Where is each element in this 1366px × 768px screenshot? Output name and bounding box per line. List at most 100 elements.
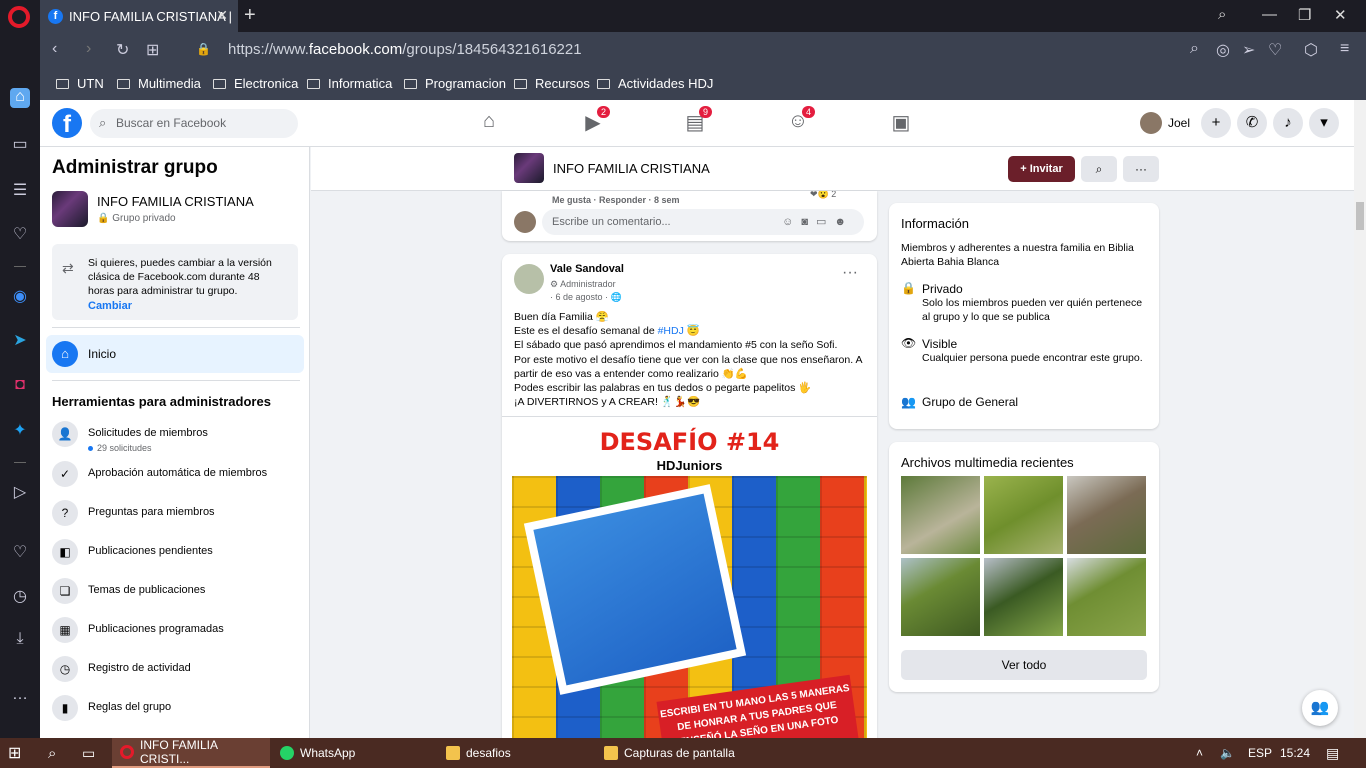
history-icon[interactable]: ◷: [10, 586, 30, 606]
hashtag-link[interactable]: #HDJ: [658, 325, 684, 337]
taskbar-item-whatsapp[interactable]: WhatsApp: [272, 738, 430, 768]
url-field[interactable]: https://www.facebook.com/groups/18456432…: [228, 41, 582, 58]
groups-nav-icon[interactable]: ☺ 4: [783, 106, 815, 138]
bookmark-folder[interactable]: UTN: [56, 76, 104, 91]
messenger-icon[interactable]: ◉: [10, 286, 30, 306]
comment-actions[interactable]: Me gusta · Responder · 8 sem: [552, 195, 680, 205]
telegram-icon[interactable]: ➤: [10, 330, 30, 350]
comment-input[interactable]: Escribe un comentario... ☺◙▭☻: [542, 209, 864, 235]
book-icon[interactable]: ▭: [10, 134, 30, 154]
task-view-icon[interactable]: ▭: [74, 738, 108, 768]
bookmark-heart-icon[interactable]: ♡: [10, 224, 30, 244]
group-search-button[interactable]: ⌕: [1081, 156, 1117, 182]
bookmark-folder[interactable]: Programacion: [404, 76, 506, 91]
heart-icon[interactable]: ♡: [10, 542, 30, 562]
sidebar-item-post-topics[interactable]: ❏ Temas de publicaciones: [52, 576, 302, 608]
sidebar-item-auto-approval[interactable]: ✓ Aprobación automática de miembros: [52, 459, 302, 491]
watch-nav-icon[interactable]: ▶ 2: [578, 106, 610, 138]
taskbar-item-opera[interactable]: INFO FAMILIA CRISTI...: [112, 738, 270, 768]
opera-logo-icon[interactable]: [8, 6, 30, 28]
home-nav-icon[interactable]: ⌂: [474, 110, 504, 138]
post-author[interactable]: Vale Sandoval: [550, 263, 624, 275]
group-avatar[interactable]: [514, 153, 544, 183]
minimize-icon[interactable]: —: [1262, 6, 1277, 23]
heart-icon[interactable]: ♡: [1268, 40, 1282, 60]
bookmark-folder[interactable]: Actividades HDJ: [597, 76, 713, 91]
search-page-icon[interactable]: ⌕: [1190, 40, 1199, 58]
new-tab-icon[interactable]: +: [244, 4, 256, 27]
taskbar-item-desafios[interactable]: desafios: [438, 738, 590, 768]
search-icon[interactable]: ⌕: [40, 738, 74, 768]
media-thumbnail[interactable]: [1067, 558, 1146, 636]
news-icon[interactable]: ☰: [10, 180, 30, 200]
search-tabs-icon[interactable]: ⌕: [1218, 6, 1226, 23]
more-icon[interactable]: …: [10, 686, 30, 706]
language-indicator[interactable]: ESP: [1240, 738, 1272, 768]
group-name[interactable]: INFO FAMILIA CRISTIANA: [553, 161, 710, 176]
post-image[interactable]: DESAFÍO #14 HDJuniors ESCRIBI EN TU MANO…: [512, 422, 867, 754]
switch-link[interactable]: Cambiar: [88, 300, 132, 312]
close-window-icon[interactable]: ✕: [1334, 6, 1347, 24]
see-all-button[interactable]: Ver todo: [901, 650, 1147, 680]
reload-icon[interactable]: ↻: [116, 40, 129, 60]
media-thumbnail[interactable]: [901, 558, 980, 636]
group-more-button[interactable]: ···: [1123, 156, 1159, 182]
bookmark-folder[interactable]: Electronica: [213, 76, 298, 91]
facebook-logo-icon[interactable]: f: [52, 108, 82, 138]
search-input[interactable]: ⌕ Buscar en Facebook: [90, 109, 298, 138]
instagram-icon[interactable]: ◘: [10, 376, 30, 396]
cube-icon[interactable]: ⬡: [1304, 40, 1318, 60]
invite-button[interactable]: + Invitar: [1008, 156, 1075, 182]
create-button[interactable]: +: [1201, 108, 1231, 138]
sidebar-item-group-rules[interactable]: ▮ Reglas del grupo: [52, 693, 302, 725]
download-icon[interactable]: ⤓: [10, 630, 30, 650]
home-icon[interactable]: ⌂: [10, 88, 30, 108]
sidebar-item-member-requests[interactable]: 👤 Solicitudes de miembros 29 solicitudes: [52, 419, 302, 453]
profile-link[interactable]: Joel: [1140, 112, 1190, 134]
messenger-button[interactable]: ✆: [1237, 108, 1267, 138]
send-icon[interactable]: ➢: [1242, 40, 1255, 60]
taskbar-item-capturas[interactable]: Capturas de pantalla: [596, 738, 796, 768]
sidebar-item-scheduled-posts[interactable]: ▦ Publicaciones programadas: [52, 615, 302, 647]
media-thumbnail[interactable]: [901, 476, 980, 554]
clock[interactable]: 15:24: [1272, 738, 1318, 768]
scrollbar-thumb[interactable]: [1356, 202, 1364, 230]
media-thumbnail[interactable]: [984, 558, 1063, 636]
account-menu-button[interactable]: ▾: [1309, 108, 1339, 138]
send-icon[interactable]: ▷: [10, 482, 30, 502]
sidebar-item-pending-posts[interactable]: ◧ Publicaciones pendientes: [52, 537, 302, 569]
notifications-button[interactable]: ♪: [1273, 108, 1303, 138]
speed-dial-icon[interactable]: ⊞: [146, 40, 159, 60]
marketplace-nav-icon[interactable]: ▤ 9: [680, 106, 712, 138]
windows-start-icon[interactable]: ⊞: [0, 738, 40, 768]
camera-icon[interactable]: ◎: [1216, 40, 1230, 60]
tray-chevron-icon[interactable]: ˄: [1188, 738, 1212, 768]
bookmark-folder[interactable]: Informatica: [307, 76, 392, 91]
bookmark-folder[interactable]: Recursos: [514, 76, 590, 91]
bookmark-folder[interactable]: Multimedia: [117, 76, 201, 91]
media-thumbnail[interactable]: [1067, 476, 1146, 554]
forward-icon[interactable]: ›: [86, 40, 91, 58]
post-date[interactable]: · 6 de agosto · 🌐: [550, 292, 622, 303]
notifications-icon[interactable]: ▤: [1318, 738, 1352, 768]
reaction-summary[interactable]: ❤😮 2: [810, 191, 836, 200]
maximize-icon[interactable]: ❐: [1298, 6, 1311, 24]
avatar[interactable]: [514, 264, 544, 294]
new-chat-button[interactable]: 👥: [1302, 690, 1338, 726]
post-more-icon[interactable]: ···: [842, 264, 858, 282]
sidebar-item-activity-log[interactable]: ◷ Registro de actividad: [52, 654, 302, 686]
media-thumbnail[interactable]: [984, 476, 1063, 554]
menu-icon[interactable]: ≡: [1340, 40, 1349, 58]
group-name[interactable]: INFO FAMILIA CRISTIANA: [97, 194, 254, 209]
sidebar-item-home[interactable]: ⌂ Inicio: [46, 335, 304, 373]
close-tab-icon[interactable]: ✕: [216, 7, 228, 24]
gaming-nav-icon[interactable]: ▣: [886, 110, 916, 138]
twitter-icon[interactable]: ✦: [10, 420, 30, 440]
group-avatar[interactable]: [52, 191, 88, 227]
sidebar-item-member-questions[interactable]: ? Preguntas para miembros: [52, 498, 302, 530]
browser-tab-active[interactable]: f INFO FAMILIA CRISTIANA | ✕: [40, 0, 238, 32]
page-scrollbar[interactable]: [1354, 100, 1366, 738]
volume-icon[interactable]: 🔈: [1212, 738, 1238, 768]
comment-tools-icon[interactable]: ☺◙▭☻: [782, 215, 854, 228]
back-icon[interactable]: ‹: [52, 40, 57, 58]
